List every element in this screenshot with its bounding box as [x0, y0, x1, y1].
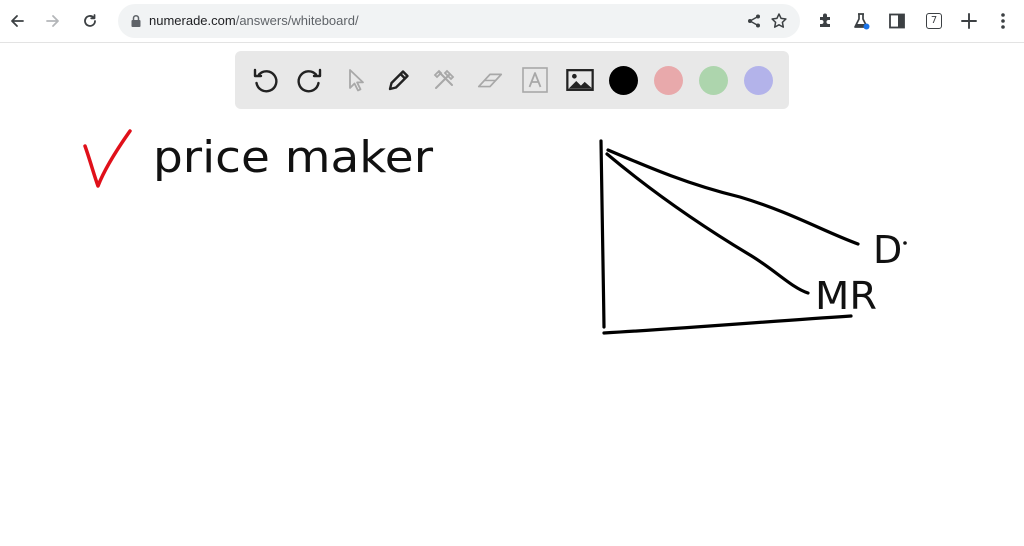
redo-icon [297, 68, 322, 93]
color-swatch-purple[interactable] [744, 66, 773, 95]
mr-label: MR [815, 274, 877, 318]
select-tool[interactable] [340, 65, 370, 95]
tab-count-button[interactable]: 7 [923, 10, 945, 32]
menu-button[interactable] [992, 10, 1014, 32]
heading-text: price maker [153, 132, 434, 183]
more-vertical-icon [1001, 13, 1005, 29]
new-tab-button[interactable] [958, 10, 980, 32]
y-axis [599, 139, 606, 329]
undo-icon [253, 68, 278, 93]
lock-icon [131, 14, 141, 27]
plus-icon [961, 13, 977, 29]
text-tool[interactable] [520, 65, 550, 95]
star-icon[interactable] [770, 12, 788, 30]
tab-count: 7 [926, 13, 942, 29]
arrow-right-icon [46, 15, 59, 27]
color-swatch-green[interactable] [699, 66, 728, 95]
pen-icon [388, 70, 409, 91]
url-host: numerade.com [149, 13, 236, 28]
checkmark-stroke [83, 129, 132, 188]
side-panel-icon [889, 13, 905, 29]
whiteboard-canvas[interactable]: price maker D MR [0, 43, 1024, 546]
demand-label-dot [903, 241, 907, 245]
image-icon [566, 69, 594, 91]
pen-tool[interactable] [384, 65, 414, 95]
eraser-icon [477, 73, 503, 88]
undo-button[interactable] [250, 65, 280, 95]
image-tool[interactable] [565, 65, 595, 95]
reload-icon [84, 14, 96, 27]
forward-button[interactable] [40, 8, 66, 34]
redo-button[interactable] [295, 65, 325, 95]
arrow-left-icon [11, 15, 24, 27]
side-panel-button[interactable] [886, 10, 908, 32]
drawing-toolbar [235, 51, 789, 109]
labs-button[interactable] [850, 10, 872, 32]
share-icon[interactable] [746, 13, 762, 29]
demand-label: D [873, 228, 902, 272]
puzzle-icon [820, 13, 830, 27]
back-button[interactable] [4, 8, 30, 34]
mr-curve [605, 152, 810, 295]
color-swatch-black[interactable] [609, 66, 638, 95]
demand-curve [606, 148, 860, 246]
x-axis [602, 314, 853, 335]
reload-button[interactable] [77, 8, 103, 34]
address-bar[interactable]: numerade.com/answers/whiteboard/ [118, 4, 800, 38]
color-swatch-red[interactable] [654, 66, 683, 95]
extensions-button[interactable] [815, 10, 837, 32]
text-icon [522, 67, 548, 93]
flask-icon [854, 13, 870, 30]
url-text: numerade.com/answers/whiteboard/ [149, 13, 359, 28]
tools-icon [433, 69, 455, 89]
browser-toolbar: numerade.com/answers/whiteboard/ 7 [0, 0, 1024, 43]
tools-button[interactable] [429, 65, 459, 95]
eraser-tool[interactable] [475, 65, 505, 95]
url-path: /answers/whiteboard/ [235, 13, 359, 28]
pointer-icon [349, 69, 364, 92]
